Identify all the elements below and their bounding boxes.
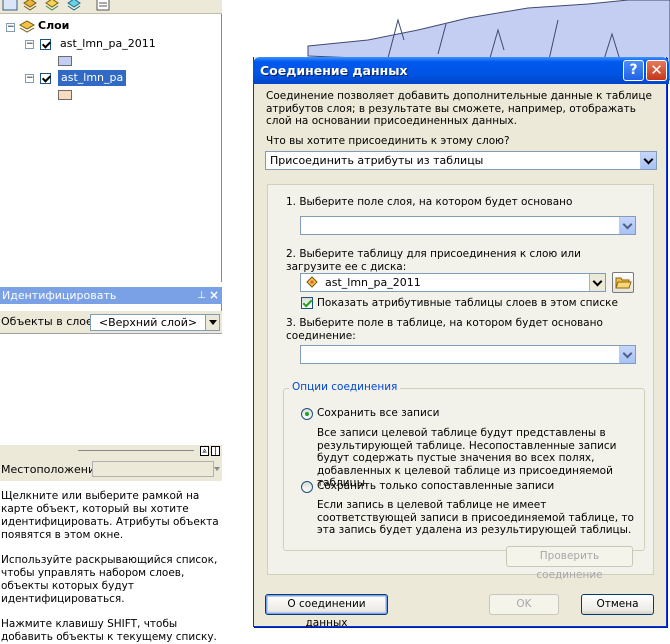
layer-name-ast-lmn-pa[interactable]: ast_lmn_pa xyxy=(58,70,127,86)
help-button[interactable]: ? xyxy=(623,60,644,81)
list-by-drawing-order-icon[interactable] xyxy=(2,0,18,12)
identify-layers-label: Объекты в слое: xyxy=(1,315,97,328)
layer-field-dropdown[interactable] xyxy=(300,216,636,235)
layer-symbol-swatch[interactable] xyxy=(58,90,72,100)
join-options-title: Опции соединения xyxy=(289,381,401,393)
step3-label: 3. Выберите поле в таблице, на котором б… xyxy=(286,317,603,342)
layer-symbol-swatch[interactable] xyxy=(58,56,72,66)
join-type-question: Что вы хотите присоединить к этому слою? xyxy=(266,135,510,147)
layer-visibility-checkbox[interactable] xyxy=(40,73,51,84)
collapse-icon[interactable]: − xyxy=(6,23,15,32)
keep-matching-records-description: Если запись в целевой таблице не имеет с… xyxy=(317,499,634,536)
list-by-source-icon[interactable] xyxy=(22,0,38,12)
options-icon[interactable] xyxy=(95,0,111,12)
validate-join-button[interactable]: Проверить соединение xyxy=(506,546,633,581)
identify-location-label: Местоположение: xyxy=(1,463,106,476)
browse-button[interactable] xyxy=(612,272,634,293)
layers-root-label: Слои xyxy=(38,19,70,32)
join-data-dialog: Соединение данных ? ✕ Соединение позволя… xyxy=(253,57,669,629)
identify-results-list[interactable] xyxy=(0,333,222,445)
join-options-group: Опции соединения Сохранить все записи Вс… xyxy=(283,381,645,551)
identify-layers-row: Объекты в слое: <Верхний слой> xyxy=(0,311,222,333)
chevron-down-icon xyxy=(214,461,221,477)
identify-splitter[interactable]: ⩓ | xyxy=(0,445,222,457)
identify-window: Идентифицировать ⊥ × Объекты в слое: <Ве… xyxy=(0,287,222,643)
keep-all-records-radio[interactable] xyxy=(301,408,313,420)
cancel-button[interactable]: Отмена xyxy=(581,594,654,615)
collapse-icon[interactable]: − xyxy=(25,74,34,83)
expand-icon[interactable]: ⩓ xyxy=(200,446,209,456)
step1-label: 1. Выберите поле слоя, на котором будет … xyxy=(286,196,573,208)
close-button[interactable]: ✕ xyxy=(646,60,667,81)
panel-icon[interactable]: | xyxy=(211,446,220,456)
dialog-title: Соединение данных xyxy=(260,63,408,78)
chevron-down-icon[interactable] xyxy=(619,346,635,363)
collapse-icon[interactable]: − xyxy=(25,40,34,49)
keep-matching-records-label[interactable]: Сохранить только сопоставленные записи xyxy=(317,480,554,493)
identify-location-row: Местоположение: xyxy=(0,457,222,481)
layer-visibility-checkbox[interactable] xyxy=(40,39,51,50)
splitter-line xyxy=(78,450,194,451)
list-by-visibility-icon[interactable] xyxy=(44,0,60,12)
identify-title: Идентифицировать xyxy=(2,289,117,302)
ok-button[interactable]: OK xyxy=(489,594,559,615)
pin-icon[interactable]: ⊥ xyxy=(197,287,206,304)
close-icon[interactable]: × xyxy=(209,287,219,304)
help-paragraph: Нажмите клавишу SHIFT, чтобы добавить об… xyxy=(1,618,217,643)
identify-title-bar[interactable]: Идентифицировать ⊥ × xyxy=(0,287,222,304)
table-field-dropdown[interactable] xyxy=(300,345,636,364)
table-of-contents: − Слои − ast_lmn_pa_2011 − ast_lmn_pa xyxy=(0,0,222,282)
help-paragraph: Используйте раскрывающийся список, чтобы… xyxy=(1,554,218,605)
identify-location-field xyxy=(92,461,214,477)
chevron-down-icon[interactable] xyxy=(640,152,656,169)
keep-all-records-label[interactable]: Сохранить все записи xyxy=(317,407,439,420)
help-paragraph: Щелкните или выберите рамкой на карте об… xyxy=(1,490,219,541)
layer-icon xyxy=(306,276,318,288)
show-attribute-tables-label[interactable]: Показать атрибутивные таблицы слоев в эт… xyxy=(317,297,618,310)
open-folder-icon xyxy=(615,277,632,289)
join-type-value: Присоединить атрибуты из таблицы xyxy=(270,154,484,167)
identify-layers-dropdown[interactable]: <Верхний слой> xyxy=(90,314,220,331)
show-attribute-tables-checkbox[interactable] xyxy=(301,297,313,309)
dialog-title-bar[interactable]: Соединение данных ? ✕ xyxy=(253,57,669,84)
toc-toolbar xyxy=(0,0,222,14)
about-joining-button[interactable]: О соединении данных xyxy=(265,594,388,629)
join-table-dropdown[interactable]: ast_lmn_pa_2011 xyxy=(300,273,606,292)
join-type-dropdown[interactable]: Присоединить атрибуты из таблицы xyxy=(265,151,657,170)
identify-help-text: Щелкните или выберите рамкой на карте об… xyxy=(0,481,222,643)
identify-layers-value: <Верхний слой> xyxy=(98,316,198,329)
list-by-selection-icon[interactable] xyxy=(66,0,82,12)
chevron-down-icon[interactable] xyxy=(205,315,219,330)
step2-label: 2. Выберите таблицу для присоединения к … xyxy=(286,248,581,273)
join-settings-group: 1. Выберите поле слоя, на котором будет … xyxy=(267,184,654,581)
chevron-down-icon[interactable] xyxy=(619,217,635,234)
keep-matching-records-radio[interactable] xyxy=(301,481,313,493)
dialog-description: Соединение позволяет добавить дополнител… xyxy=(266,90,652,127)
layers-icon xyxy=(19,20,35,33)
join-table-value: ast_lmn_pa_2011 xyxy=(325,276,421,289)
layer-name-ast-lmn-pa-2011[interactable]: ast_lmn_pa_2011 xyxy=(60,36,156,52)
chevron-down-icon[interactable] xyxy=(589,274,605,291)
